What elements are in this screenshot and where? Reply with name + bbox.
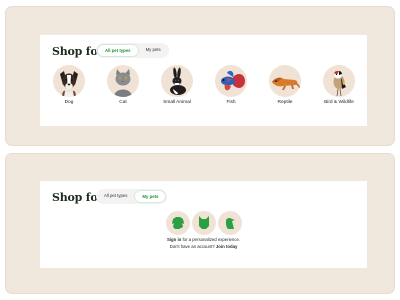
pet-category-dog[interactable]: Dog [46, 65, 92, 105]
rabbit-icon [161, 65, 193, 97]
shop-for-card: Shop for All pet types My pets [40, 35, 367, 126]
tab-my-pets[interactable]: My pets [139, 44, 168, 57]
pet-type-tabs: All pet types My pets [96, 189, 168, 204]
sign-in-link[interactable]: Sign in [167, 237, 181, 242]
tab-all-pet-types[interactable]: All pet types [97, 190, 134, 203]
pet-category-label: Reptile [277, 100, 293, 105]
sign-in-prompt: Sign in for a personalized experience. D… [40, 211, 367, 249]
fish-icon [215, 65, 247, 97]
bird-silhouette-icon [217, 211, 242, 235]
pet-category-label: Dog [64, 100, 74, 105]
dog-icon [53, 65, 85, 97]
cat-icon [107, 65, 139, 97]
join-today-link[interactable]: Join today [216, 244, 238, 249]
cat-silhouette-icon [191, 211, 216, 235]
pet-silhouettes [165, 211, 242, 235]
pet-category-label: Cat [119, 100, 127, 105]
pet-category-label: Small Animal [163, 100, 191, 105]
tab-all-pet-types[interactable]: All pet types [97, 44, 139, 57]
join-line: Don't have an account? Join today [170, 244, 238, 249]
dog-silhouette-icon [165, 211, 190, 235]
sign-in-text: for a personalized experience. [181, 237, 241, 242]
pet-category-bird-wildlife[interactable]: Bird & Wildlife [316, 65, 362, 105]
pet-category-list: Dog Cat Small Animal Fish Reptile Bird &… [46, 65, 362, 105]
shop-for-panel-my-pets: Shop for All pet types My pets Sign in f… [5, 153, 395, 294]
shop-for-panel-all: Shop for All pet types My pets Dog Cat S… [5, 6, 395, 146]
pet-category-cat[interactable]: Cat [100, 65, 146, 105]
pet-category-reptile[interactable]: Reptile [262, 65, 308, 105]
pet-category-label: Bird & Wildlife [324, 100, 354, 105]
sign-in-line: Sign in for a personalized experience. [167, 237, 240, 242]
no-account-text: Don't have an account? [169, 244, 216, 249]
pet-type-tabs: All pet types My pets [96, 43, 169, 58]
tab-my-pets[interactable]: My pets [134, 190, 167, 203]
bird-icon [323, 65, 355, 97]
pet-category-label: Fish [226, 100, 236, 105]
reptile-icon [269, 65, 301, 97]
shop-for-card: Shop for All pet types My pets [40, 181, 367, 268]
pet-category-fish[interactable]: Fish [208, 65, 254, 105]
pet-category-small-animal[interactable]: Small Animal [154, 65, 200, 105]
